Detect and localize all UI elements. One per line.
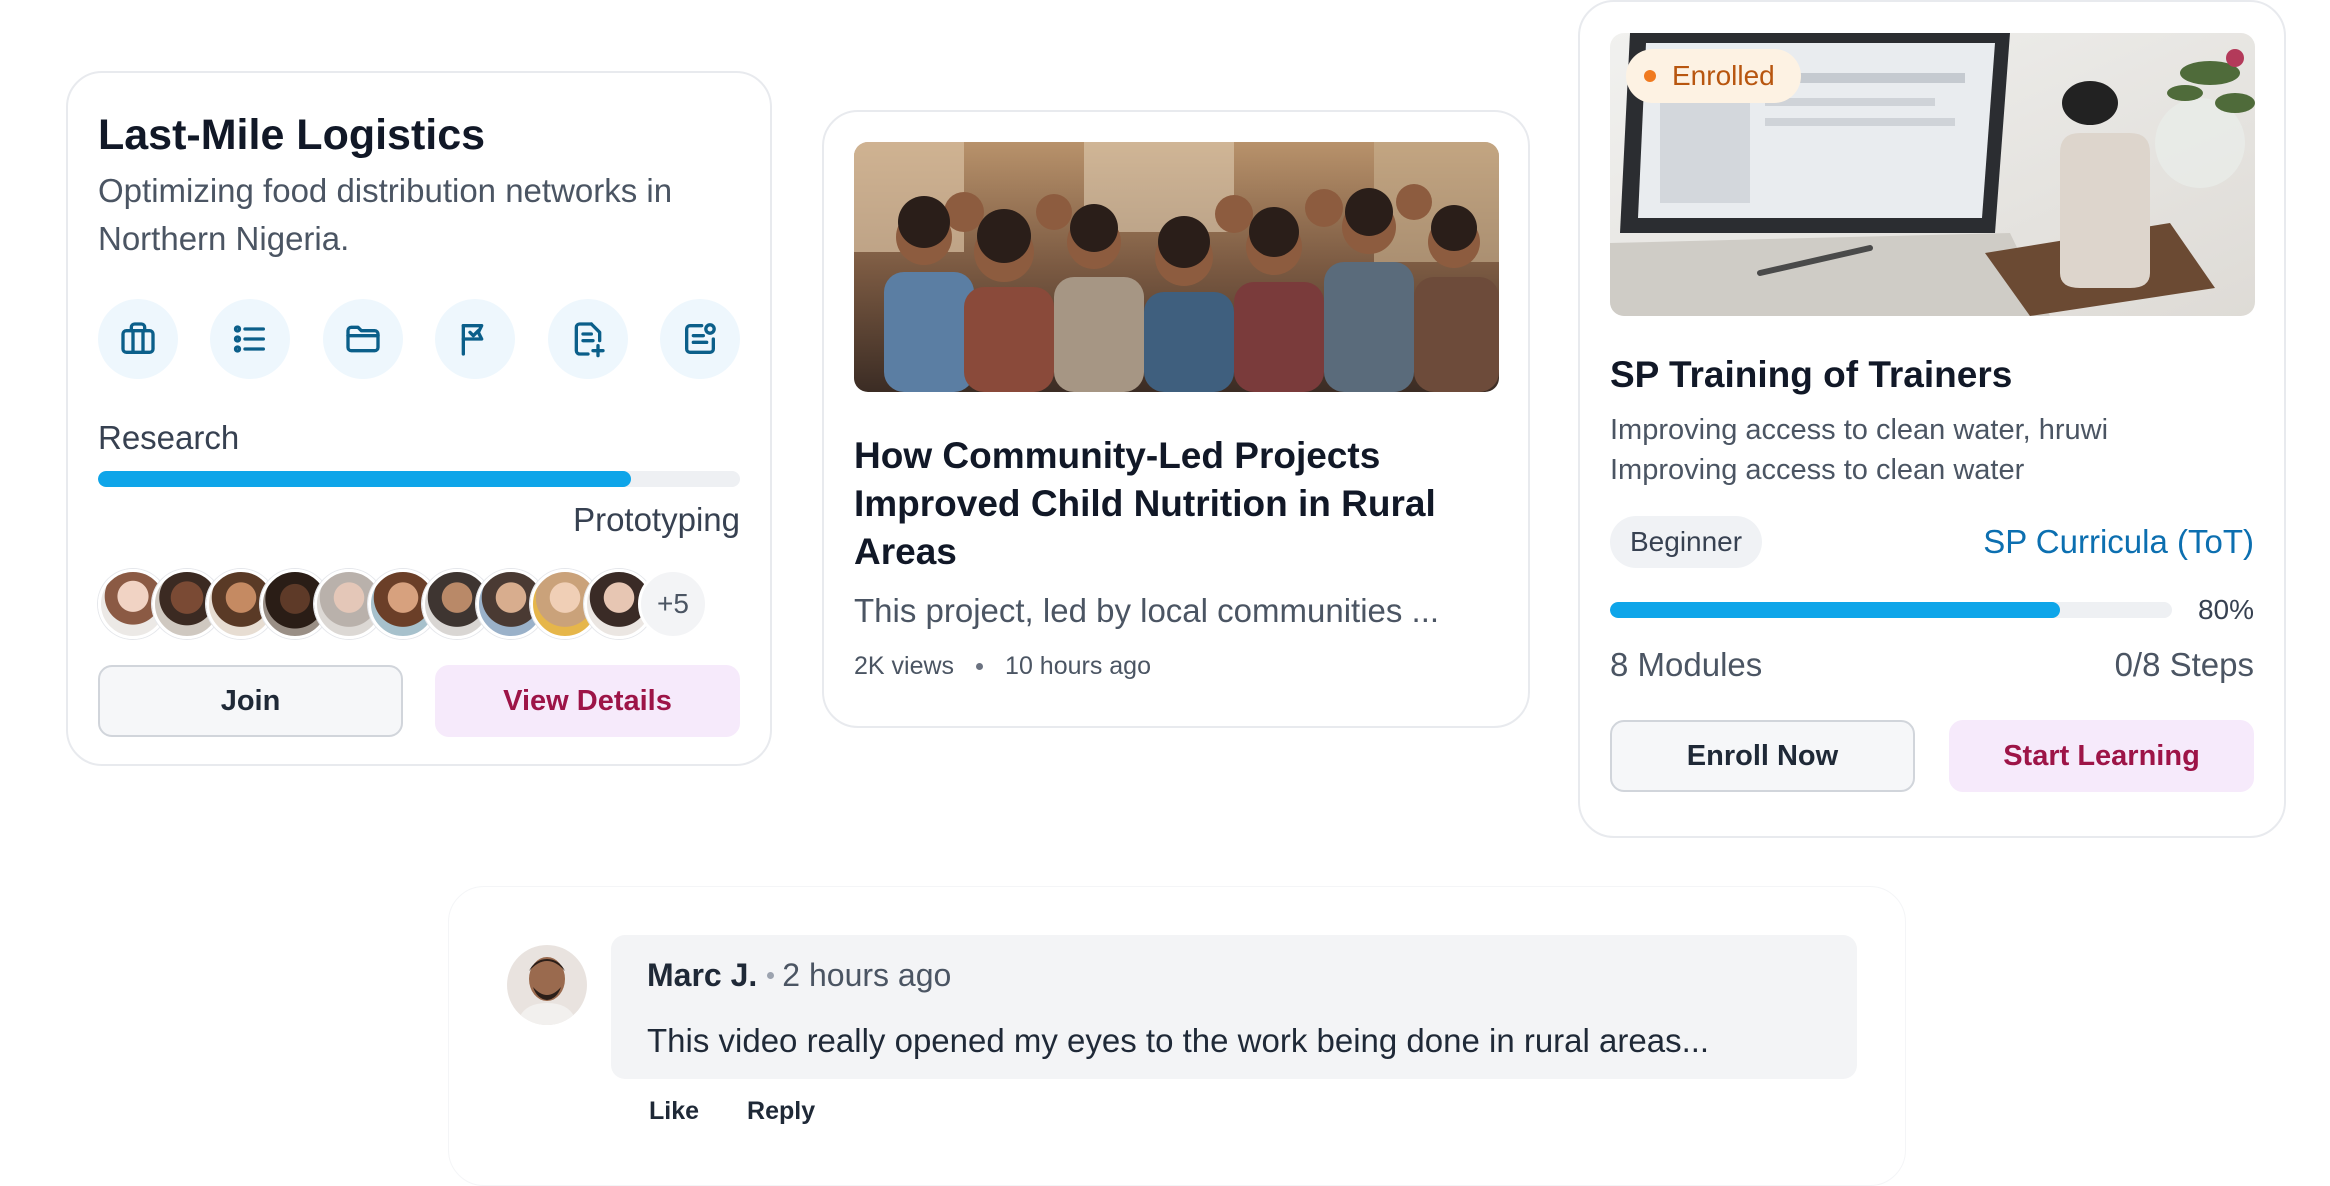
project-card: Last-Mile Logistics Optimizing food dist… [66,71,772,766]
article-card[interactable]: How Community-Led Projects Improved Chil… [822,110,1530,728]
course-counts: 8 Modules 0/8 Steps [1610,646,2254,684]
document-add-icon[interactable] [547,299,628,379]
status-dot-icon [1644,70,1656,82]
course-title[interactable]: SP Training of Trainers [1610,354,2254,396]
course-card: Enrolled SP Training of Trainers Improvi… [1578,0,2286,838]
commenter-photo [507,945,587,1025]
separator-dot [767,972,775,979]
comment-bubble: Marc J. 2 hours ago This video really op… [611,935,1857,1079]
course-progress: 80% [1610,594,2254,626]
curriculum-link[interactable]: SP Curricula (ToT) [1983,523,2254,561]
project-title: Last-Mile Logistics [98,111,486,159]
comment-actions: Like Reply [649,1097,863,1126]
level-badge: Beginner [1610,516,1763,568]
project-buttons: Join View Details [98,665,740,737]
view-details-button[interactable]: View Details [435,665,740,737]
comment-header: Marc J. 2 hours ago [647,957,1821,994]
course-meta-row: Beginner SP Curricula (ToT) [1610,516,2254,568]
avatar[interactable] [507,945,587,1025]
course-progress-bar [1610,602,2172,618]
flag-icon[interactable] [435,299,516,379]
course-image: Enrolled [1610,33,2255,316]
list-icon[interactable] [210,299,291,379]
reply-button[interactable]: Reply [747,1097,815,1126]
view-count: 2K views [854,652,955,680]
comment-text: This video really opened my eyes to the … [647,1022,1710,1059]
article-excerpt: This project, led by local communities .… [854,592,1440,629]
comment-author[interactable]: Marc J. [647,957,757,994]
comment-time: 2 hours ago [782,957,952,993]
join-button[interactable]: Join [98,665,403,737]
course-progress-fill [1610,602,2060,618]
current-stage-label: Research [98,419,240,456]
next-stage-label: Prototyping [573,501,740,538]
like-button[interactable]: Like [649,1097,699,1126]
article-title[interactable]: How Community-Led Projects Improved Chil… [854,432,1498,576]
article-meta: 2K views 10 hours ago [854,652,1498,681]
comment-block: Marc J. 2 hours ago This video really op… [448,886,1906,1186]
course-buttons: Enroll Now Start Learning [1610,720,2254,792]
member-overflow-count[interactable]: +5 [638,569,708,639]
project-progress-bar [98,471,740,487]
separator-dot [976,663,984,670]
article-image [854,142,1499,392]
course-description-line: Improving access to clean water, hruwi [1610,414,2109,446]
start-learning-button[interactable]: Start Learning [1949,720,2254,792]
project-description: Optimizing food distribution networks in… [98,172,673,257]
enroll-now-button[interactable]: Enroll Now [1610,720,1915,792]
module-count: 8 Modules [1610,646,1763,683]
course-progress-percent: 80% [2197,594,2254,625]
post-time: 10 hours ago [1005,652,1151,680]
course-description: Improving access to clean water, hruwi I… [1610,410,2254,490]
project-progress-fill [98,471,631,487]
enrolled-badge-label: Enrolled [1672,60,1775,91]
briefcase-icon[interactable] [98,299,178,379]
enrolled-badge: Enrolled [1626,49,1801,103]
project-actions-row [98,299,740,379]
member-avatars[interactable]: +5 [98,569,740,639]
document-settings-icon[interactable] [659,299,740,379]
step-count: 0/8 Steps [2114,646,2254,683]
course-description-line: Improving access to clean water [1610,454,2025,486]
folder-icon[interactable] [322,299,403,379]
